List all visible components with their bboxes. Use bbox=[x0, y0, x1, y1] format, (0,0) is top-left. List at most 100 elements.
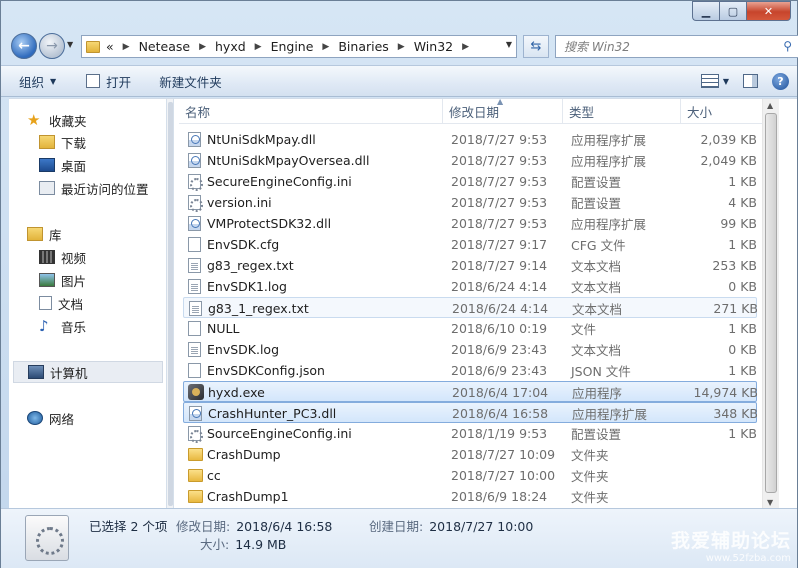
nav-music[interactable]: ♪ 音乐 bbox=[39, 315, 86, 337]
file-size bbox=[683, 486, 757, 507]
file-size: 1 KB bbox=[728, 426, 757, 441]
file-type: 应用程序扩展 bbox=[571, 217, 647, 232]
forward-button[interactable]: → bbox=[39, 33, 65, 59]
file-row[interactable]: EnvSDK.cfg 2018/7/27 9:17 CFG 文件 1 KB bbox=[183, 234, 757, 255]
search-input[interactable]: 搜索 Win32 ⚲ bbox=[555, 35, 798, 58]
nav-computer[interactable]: 计算机 bbox=[13, 361, 163, 383]
column-name[interactable]: 名称 bbox=[179, 99, 443, 124]
file-row[interactable]: NULL 2018/6/10 0:19 文件 1 KB bbox=[183, 318, 757, 339]
organize-button[interactable]: 组织 ▼ bbox=[1, 66, 66, 96]
open-icon bbox=[86, 74, 101, 88]
file-row[interactable]: NtUniSdkMpay.dll 2018/7/27 9:53 应用程序扩展 2,03… bbox=[183, 129, 757, 150]
file-row[interactable]: g83_regex.txt 2018/7/27 9:14 文本文档 253 KB bbox=[183, 255, 757, 276]
nav-recent[interactable]: 最近访问的位置 bbox=[39, 177, 149, 199]
file-row[interactable]: cc 2018/7/27 10:00 文件夹 bbox=[183, 465, 757, 486]
scrollbar-thumb[interactable] bbox=[765, 113, 777, 493]
chevron-right-icon[interactable]: ▶ bbox=[123, 42, 130, 52]
close-button[interactable]: ✕ bbox=[746, 1, 791, 21]
selection-thumbnail-icon bbox=[25, 515, 69, 561]
watermark: 我爱辅助论坛 www.52fzba.com bbox=[671, 526, 791, 564]
maximize-button[interactable]: ▢ bbox=[719, 1, 746, 21]
file-list-scrollbar[interactable]: ▲ ▼ bbox=[762, 99, 779, 509]
breadcrumb-engine[interactable]: Engine bbox=[271, 39, 314, 54]
file-row[interactable]: EnvSDK1.log 2018/6/24 4:14 文本文档 0 KB bbox=[183, 276, 757, 297]
total-size-label: 大小: bbox=[200, 537, 230, 552]
view-dropdown-icon[interactable]: ▼ bbox=[723, 77, 729, 86]
organize-label: 组织 bbox=[19, 74, 45, 90]
file-name: CrashDump bbox=[207, 447, 281, 462]
nav-pictures[interactable]: 图片 bbox=[39, 269, 86, 291]
chevron-right-icon[interactable]: ▶ bbox=[462, 42, 469, 52]
documents-icon bbox=[39, 296, 52, 310]
file-list: 名称 ▲ 修改日期 类型 大小 NtUniSdkMpay.dll 2018/7/2… bbox=[179, 97, 779, 509]
file-row[interactable]: g83_1_regex.txt 2018/6/24 4:14 文本文档 271 KB bbox=[183, 297, 758, 318]
file-row[interactable]: CrashHunter_PC3.dll 2018/6/4 16:58 应用程序扩展 3… bbox=[183, 402, 758, 423]
file-name: g83_1_regex.txt bbox=[208, 301, 309, 316]
nav-libraries[interactable]: 库 bbox=[27, 223, 62, 245]
file-row[interactable]: SourceEngineConfig.ini 2018/1/19 9:53 配置设置… bbox=[183, 423, 757, 444]
address-history-dropdown[interactable]: ▼ bbox=[506, 40, 512, 49]
navigation-bar: ← → ▼ « ▶ Netease ▶ hyxd ▶ Engine ▶ Bina… bbox=[9, 31, 798, 61]
help-icon[interactable]: ? bbox=[772, 72, 789, 90]
open-button[interactable]: 打开 bbox=[66, 66, 141, 96]
breadcrumb-win32[interactable]: Win32 bbox=[414, 39, 453, 54]
file-row[interactable]: NtUniSdkMpayOversea.dll 2018/7/27 9:53 应用程… bbox=[183, 150, 757, 171]
file-row[interactable]: CrashDump1 2018/6/9 18:24 文件夹 bbox=[183, 486, 757, 507]
file-row[interactable]: CrashDump 2018/7/27 10:09 文件夹 bbox=[183, 444, 757, 465]
nav-downloads[interactable]: 下载 bbox=[39, 131, 86, 153]
chevron-right-icon[interactable]: ▶ bbox=[199, 42, 206, 52]
details-pane: 已选择 2 个项 修改日期: 2018/6/4 16:58 创建日期: 2018/7… bbox=[1, 508, 797, 568]
file-size bbox=[683, 444, 757, 465]
file-size: 0 KB bbox=[728, 279, 757, 294]
new-folder-button[interactable]: 新建文件夹 bbox=[141, 66, 232, 96]
refresh-button[interactable]: ⇆ bbox=[523, 35, 549, 58]
new-folder-label: 新建文件夹 bbox=[159, 74, 222, 90]
file-row[interactable]: VMProtectSDK32.dll 2018/7/27 9:53 应用程序扩展 99… bbox=[183, 213, 757, 234]
nav-libraries-label: 库 bbox=[49, 227, 62, 243]
selection-count: 已选择 2 个项 bbox=[89, 519, 168, 534]
refresh-icon: ⇆ bbox=[530, 39, 542, 54]
file-row[interactable]: SecureEngineConfig.ini 2018/7/27 9:53 配置设置… bbox=[183, 171, 757, 192]
chevron-right-icon[interactable]: ▶ bbox=[322, 42, 329, 52]
breadcrumb-hyxd[interactable]: hyxd bbox=[215, 39, 246, 54]
nav-favorites[interactable]: ★ 收藏夹 bbox=[27, 109, 87, 131]
file-row[interactable]: EnvSDKConfig.json 2018/6/9 23:43 JSON 文件 1 … bbox=[183, 360, 757, 381]
back-button[interactable]: ← bbox=[11, 33, 37, 59]
nav-videos[interactable]: 视频 bbox=[39, 246, 86, 268]
nav-downloads-label: 下载 bbox=[61, 135, 87, 151]
view-controls: ▼ ? bbox=[700, 66, 789, 96]
file-size: 253 KB bbox=[712, 258, 757, 273]
preview-pane-icon[interactable] bbox=[743, 74, 758, 88]
search-icon[interactable]: ⚲ bbox=[783, 39, 792, 53]
breadcrumb-binaries[interactable]: Binaries bbox=[338, 39, 388, 54]
file-row[interactable]: hyxd.exe 2018/6/4 17:04 应用程序 14,974 KB bbox=[183, 381, 758, 402]
file-size bbox=[683, 465, 757, 486]
nav-desktop[interactable]: 桌面 bbox=[39, 154, 86, 176]
main-area: ★ 收藏夹 下载 桌面 最近访问的位置 库 视频 图片 文档 ♪ 音乐 计算机 … bbox=[9, 97, 797, 509]
breadcrumb-netease[interactable]: Netease bbox=[139, 39, 191, 54]
chevron-right-icon[interactable]: ▶ bbox=[398, 42, 405, 52]
file-size: 2,039 KB bbox=[700, 132, 757, 147]
column-size[interactable]: 大小 bbox=[681, 99, 759, 124]
navigation-scrollbar[interactable] bbox=[167, 99, 174, 509]
arrow-right-icon: → bbox=[46, 38, 58, 54]
nav-network[interactable]: 网络 bbox=[27, 407, 74, 429]
scroll-up-icon[interactable]: ▲ bbox=[767, 101, 773, 110]
scrollbar-thumb[interactable] bbox=[168, 102, 173, 506]
column-type[interactable]: 类型 bbox=[563, 99, 681, 124]
minimize-button[interactable]: ▁ bbox=[692, 1, 719, 21]
nav-favorites-label: 收藏夹 bbox=[49, 113, 87, 129]
file-date: 2018/6/24 4:14 bbox=[451, 279, 548, 294]
file-row[interactable]: EnvSDK.log 2018/6/9 23:43 文本文档 0 KB bbox=[183, 339, 757, 360]
column-date[interactable]: 修改日期 bbox=[443, 99, 563, 124]
breadcrumb-overflow[interactable]: « bbox=[106, 39, 114, 54]
address-bar[interactable]: « ▶ Netease ▶ hyxd ▶ Engine ▶ Binaries ▶… bbox=[81, 35, 517, 58]
file-size: 1 KB bbox=[728, 321, 757, 336]
chevron-right-icon[interactable]: ▶ bbox=[255, 42, 262, 52]
recent-pages-dropdown[interactable]: ▼ bbox=[67, 40, 73, 49]
file-row[interactable]: version.ini 2018/7/27 9:53 配置设置 4 KB bbox=[183, 192, 757, 213]
view-details-icon[interactable] bbox=[700, 74, 719, 88]
scroll-down-icon[interactable]: ▼ bbox=[767, 498, 773, 507]
file-date: 2018/6/10 0:19 bbox=[451, 321, 548, 336]
nav-documents[interactable]: 文档 bbox=[39, 292, 83, 314]
